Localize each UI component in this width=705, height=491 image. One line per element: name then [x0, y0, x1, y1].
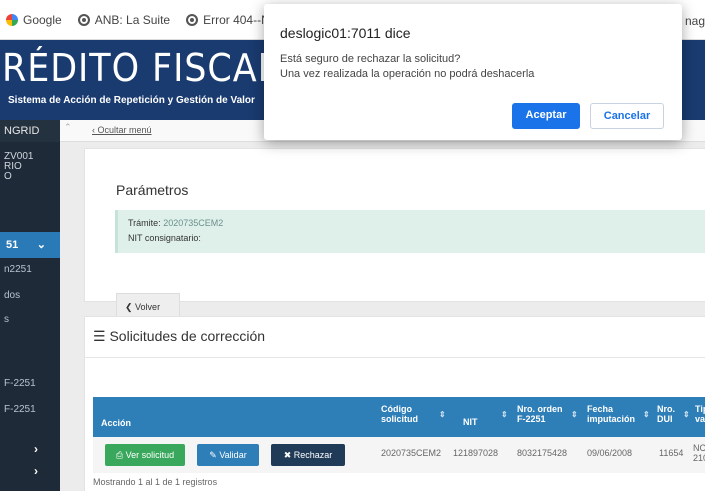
sidebar: NGRID ZV001 RIO O 51 ⌄ n2251 dos s F-225…	[0, 120, 60, 491]
nit-consignatario-label: NIT consignatario:	[128, 233, 201, 243]
dialog-message: Está seguro de rechazar la solicitud? Un…	[280, 52, 534, 82]
tramite-label: Trámite:	[128, 218, 161, 228]
confirm-dialog: deslogic01:7011 dice Está seguro de rech…	[264, 4, 682, 140]
sidebar-item[interactable]: F-2251	[4, 404, 36, 415]
column-header-fecha[interactable]: Fecha imputación	[587, 404, 643, 424]
cell-dui: 11654	[659, 448, 684, 458]
parameters-info-box: Trámite: 2020735CEM2 NIT consignatario:	[115, 210, 705, 253]
hide-menu-link[interactable]: ‹ Ocultar menú	[92, 125, 152, 135]
cancel-button[interactable]: Cancelar	[590, 103, 664, 129]
dialog-title: deslogic01:7011 dice	[280, 25, 411, 41]
sort-icon[interactable]: ⇕	[683, 410, 690, 419]
column-header-tipo[interactable]: Tipo valo	[695, 404, 705, 424]
scroll-marker-icon: ⌃	[64, 122, 72, 132]
chevron-right-icon[interactable]: ›	[34, 442, 38, 456]
bookmark-error[interactable]: Error 404--N	[186, 13, 270, 27]
cell-orden: 8032175428	[517, 448, 568, 458]
cell-nit: 121897028	[453, 448, 499, 458]
validate-label: Validar	[219, 450, 247, 460]
parameters-panel: Parámetros Trámite: 2020735CEM2 NIT cons…	[84, 148, 705, 319]
table-info: Mostrando 1 al 1 de 1 registros	[93, 477, 218, 487]
column-header-accion[interactable]: Acción	[101, 418, 131, 428]
sort-icon[interactable]: ⇕	[439, 410, 446, 419]
sidebar-item[interactable]: dos	[4, 290, 20, 301]
cell-tipo: NC-210	[693, 443, 705, 463]
bookmark-label: ANB: La Suite	[94, 12, 171, 27]
globe-icon	[186, 13, 199, 26]
dialog-message-line: Una vez realizada la operación no podrá …	[280, 68, 535, 80]
divider	[85, 357, 705, 358]
bookmark-label: Error 404--N	[203, 12, 270, 27]
sort-icon[interactable]: ⇕	[643, 410, 650, 419]
close-icon: ✖	[283, 450, 294, 460]
bookmark-label: Google	[23, 12, 62, 27]
globe-icon	[77, 13, 90, 26]
list-icon: ☰	[93, 328, 110, 344]
print-icon: ⎙	[115, 450, 126, 460]
solicitudes-panel: ☰ Solicitudes de corrección C Acción Cód…	[84, 316, 705, 491]
app-subtitle: Sistema de Acción de Repetición y Gestió…	[8, 95, 255, 106]
dialog-message-line: Está seguro de rechazar la solicitud?	[280, 53, 461, 65]
bookmark-google[interactable]: Google	[6, 13, 62, 27]
solicitudes-title: ☰ Solicitudes de corrección	[93, 328, 265, 345]
accept-button[interactable]: Aceptar	[512, 103, 580, 129]
sort-icon[interactable]: ⇕	[571, 410, 578, 419]
validate-button[interactable]: ✎ Validar	[197, 444, 259, 466]
back-button-label: Volver	[135, 302, 161, 312]
column-header-codigo[interactable]: Código solicitud	[381, 404, 437, 424]
parameters-title: Parámetros	[116, 182, 189, 198]
sidebar-item-label: 51	[6, 239, 19, 251]
chevron-left-icon: ❮	[125, 302, 136, 312]
sidebar-user[interactable]: NGRID	[0, 120, 60, 142]
bookmark-anb[interactable]: ANB: La Suite	[77, 12, 171, 27]
cell-fecha: 09/06/2008	[587, 448, 633, 458]
tramite-value: 2020735CEM2	[163, 218, 224, 228]
main-content: ⌃ ‹ Ocultar menú Parámetros Trámite: 202…	[60, 120, 705, 491]
reject-label: Rechazar	[293, 450, 333, 460]
column-header-nit[interactable]: NIT	[463, 417, 478, 427]
view-request-label: Ver solicitud	[125, 450, 175, 460]
edit-icon: ✎	[209, 450, 220, 460]
sidebar-user-code: ZV001 RIO O	[4, 152, 33, 182]
cell-codigo: 2020735CEM2	[381, 448, 442, 458]
reject-button[interactable]: ✖ Rechazar	[271, 444, 345, 466]
sidebar-item[interactable]: s	[4, 314, 9, 325]
sidebar-item-active[interactable]: 51 ⌄	[0, 232, 60, 258]
nit-line: NIT consignatario:	[128, 231, 705, 246]
tramite-line: Trámite: 2020735CEM2	[128, 216, 705, 231]
sort-icon[interactable]: ⇕	[501, 410, 508, 419]
bookmark-overflow-text[interactable]: nag	[685, 14, 705, 28]
chevron-down-icon: ⌄	[36, 239, 46, 251]
column-header-orden[interactable]: Nro. orden F-2251	[517, 404, 571, 424]
table-header: Acción Código solicitud ⇕ NIT ⇕ Nro. ord…	[93, 397, 705, 437]
sidebar-item[interactable]: F-2251	[4, 378, 36, 389]
sidebar-code-line: O	[4, 171, 12, 182]
sidebar-item[interactable]: n2251	[4, 264, 32, 275]
hide-menu-label: Ocultar menú	[97, 125, 152, 135]
google-icon	[6, 13, 18, 26]
view-request-button[interactable]: ⎙ Ver solicitud	[105, 444, 185, 466]
column-header-dui[interactable]: Nro. DUI	[657, 404, 683, 424]
chevron-right-icon[interactable]: ›	[34, 464, 38, 478]
solicitudes-title-label: Solicitudes de corrección	[109, 328, 266, 344]
table-row: ⎙ Ver solicitud ✎ Validar ✖ Rechazar 202…	[93, 437, 705, 473]
